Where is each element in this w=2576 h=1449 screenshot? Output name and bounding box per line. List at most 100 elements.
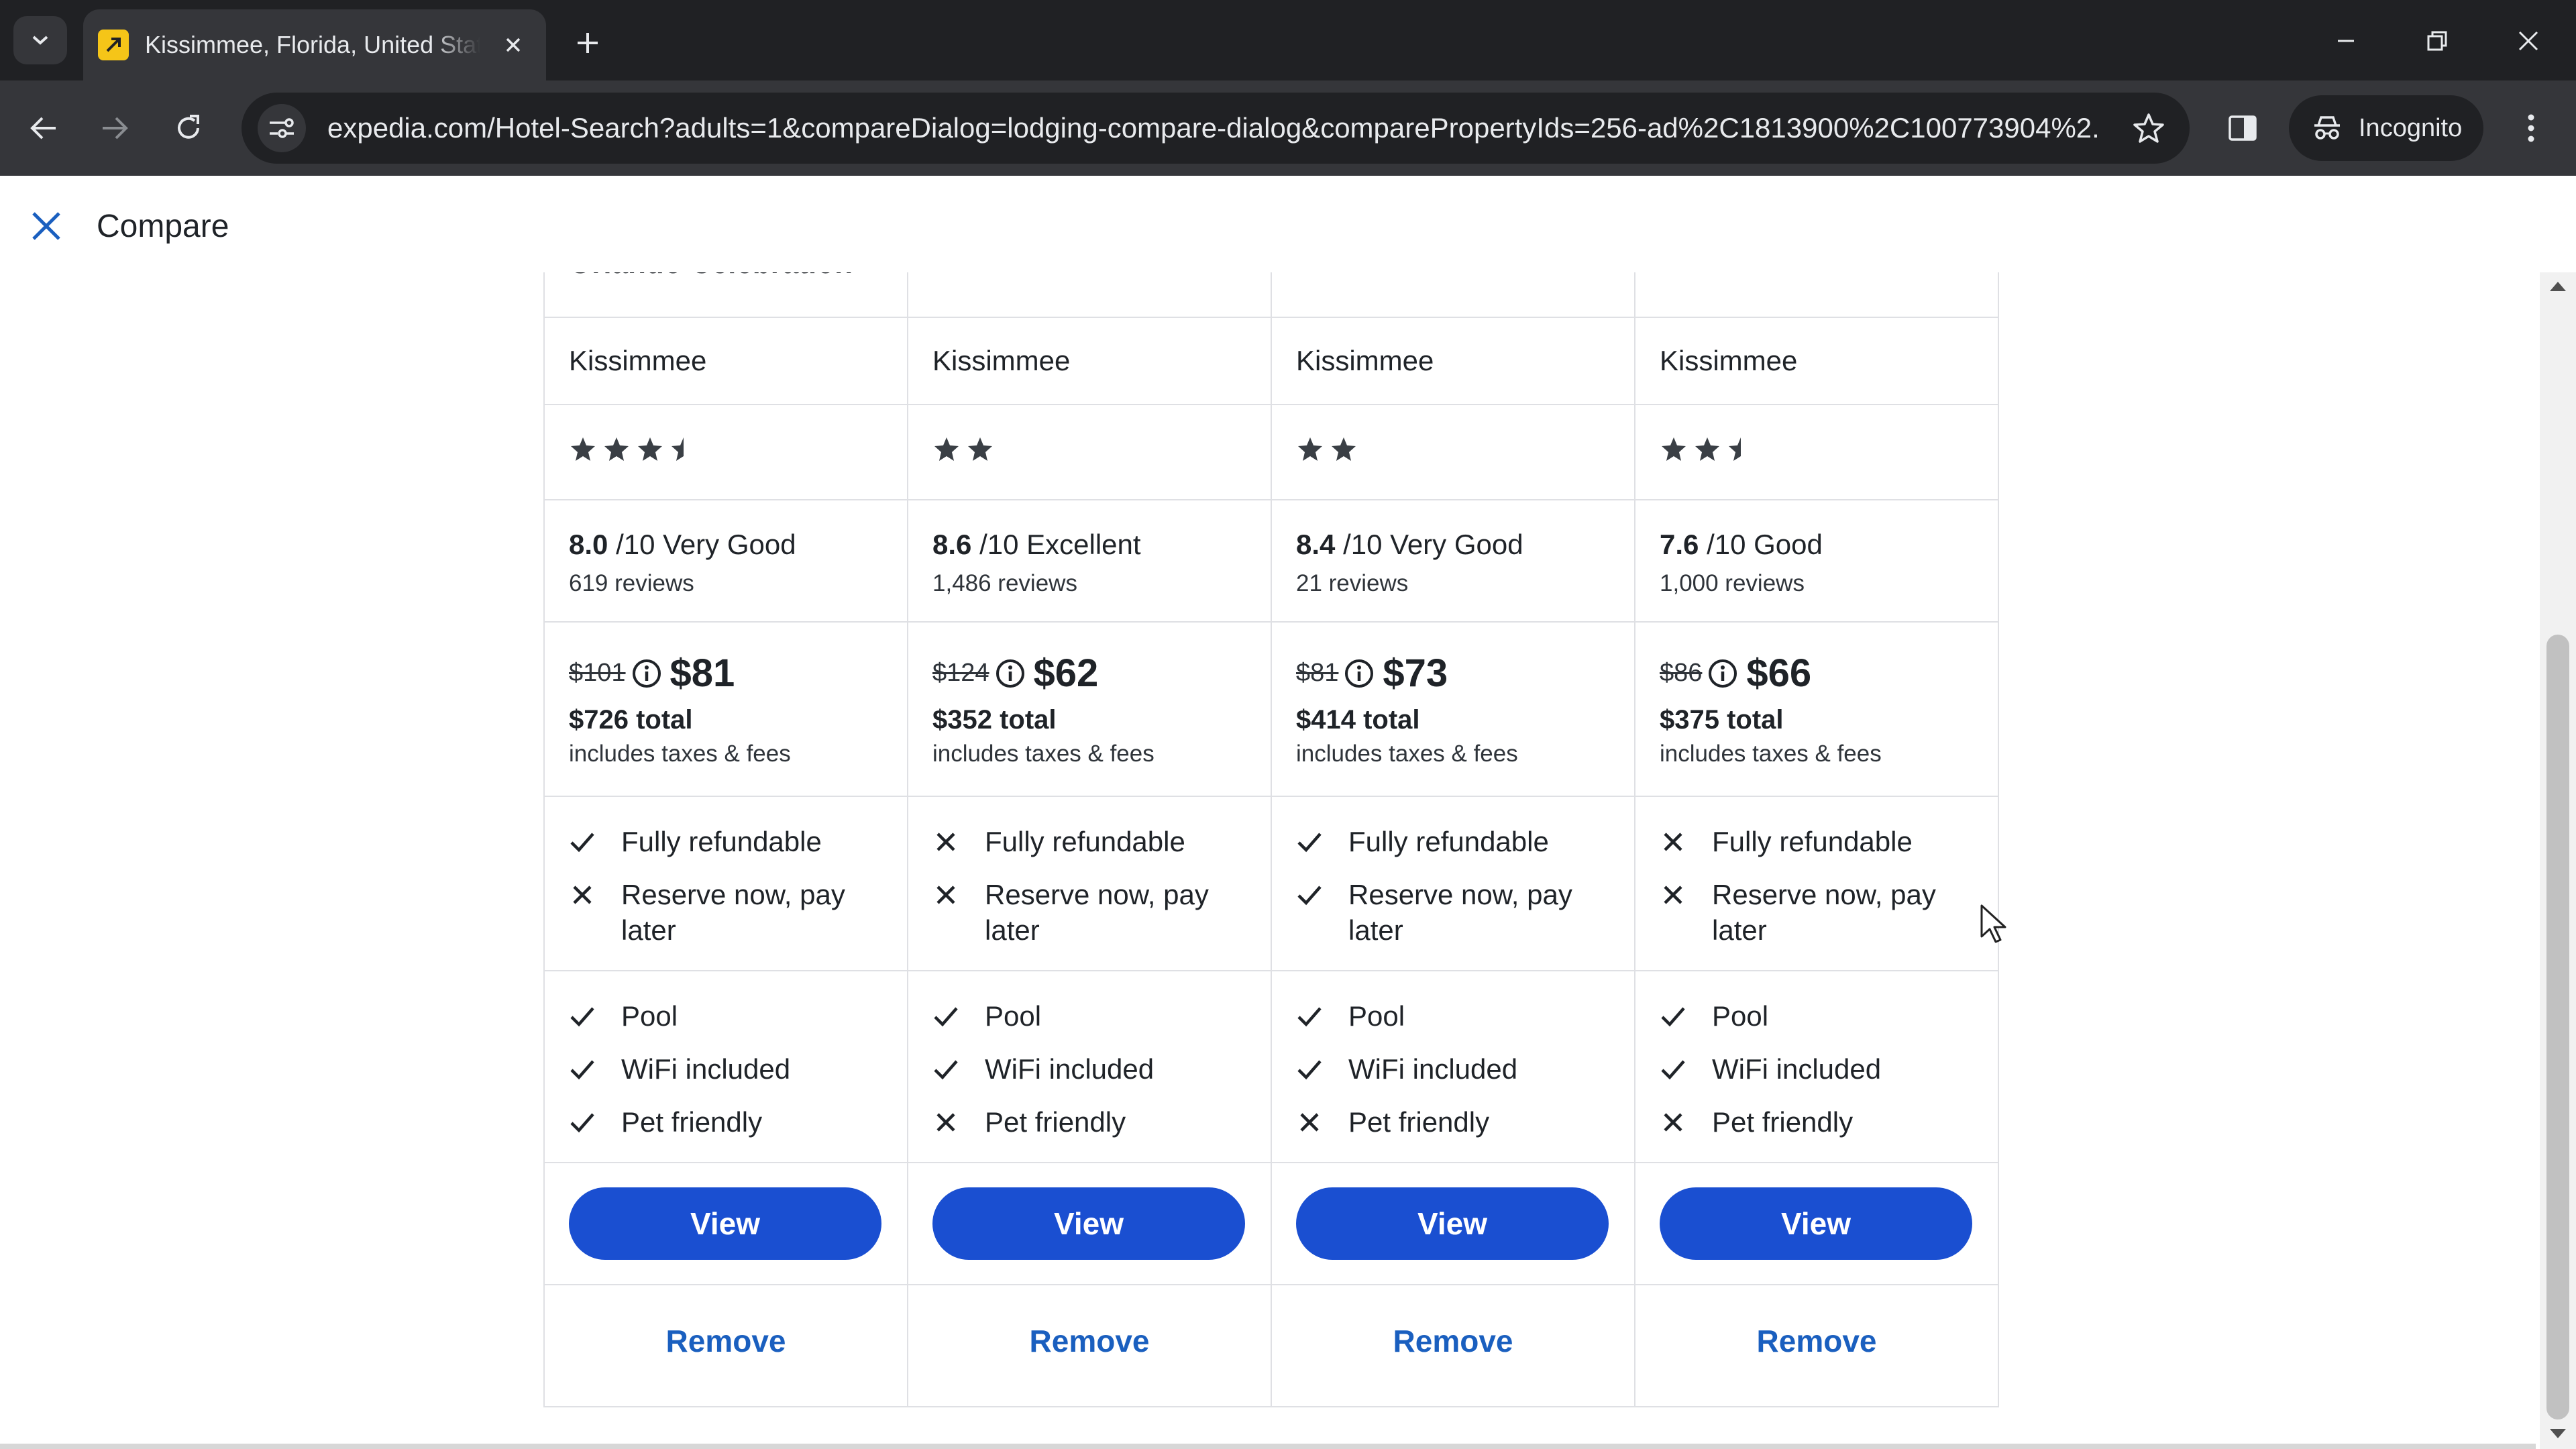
policy-item: Fully refundable [569,824,883,859]
hotel-name[interactable]: Orlando Celebration [569,272,883,280]
star-rating-row-cell [907,404,1272,500]
remove-row: Remove Remove Remove Remove [543,1284,1999,1407]
star-rating-row-cell [1271,404,1635,500]
bookmark-star-icon[interactable] [2128,107,2169,149]
amenity-label: WiFi included [985,1053,1155,1085]
view-button[interactable]: View [1660,1187,1972,1260]
policy-row-cell: Fully refundable Reserve now, pay later [1271,796,1635,971]
browser-tab-active[interactable]: Kissimmee, Florida, United States [83,9,546,80]
policy-label: Reserve now, pay later [1712,879,1936,946]
policy-row-cell: Fully refundable Reserve now, pay later [907,796,1272,971]
amenity-label: Pet friendly [1348,1106,1490,1138]
star-rating-row [543,404,1999,500]
info-icon[interactable] [1344,658,1375,689]
star-rating-row-cell [543,404,908,500]
close-window-icon[interactable] [2506,19,2551,63]
cross-icon [1296,1104,1323,1140]
location-row-cell: Kissimmee [907,317,1272,405]
nightly-price: $73 [1383,651,1448,695]
incognito-indicator[interactable]: Incognito [2289,95,2483,161]
star-rating-icon [932,437,1000,467]
check-icon [932,998,959,1034]
view-row: View View View View [543,1162,1999,1285]
minimize-icon[interactable] [2324,19,2368,63]
scrollbar-thumb[interactable] [2546,635,2569,1419]
amenity-label: Pool [1348,1000,1405,1032]
view-row-cell: View [907,1162,1272,1285]
remove-button[interactable]: Remove [666,1324,786,1358]
forward-arrow-icon[interactable] [91,105,138,152]
info-icon[interactable] [995,658,1026,689]
incognito-label: Incognito [2359,113,2463,142]
hotel-location: Kissimmee [932,345,1071,376]
mouse-cursor-icon [1980,904,2006,943]
scroll-up-arrow-icon[interactable] [2548,279,2568,294]
info-icon[interactable] [1707,658,1738,689]
close-icon[interactable] [25,205,67,247]
guest-score: 8.6 /10 Excellent [932,529,1246,561]
hotel-name-row-cell: Orlando Celebration [543,272,908,318]
view-button[interactable]: View [932,1187,1245,1260]
remove-button[interactable]: Remove [1030,1324,1150,1358]
side-panel-icon[interactable] [2219,105,2266,152]
score-suffix: /10 Excellent [979,529,1141,560]
url-text[interactable]: expedia.com/Hotel-Search?adults=1&compar… [327,112,2098,144]
score-value: 8.4 [1296,529,1336,560]
price-row-cell: $101 $81 $726 total includes taxes & fees [543,621,908,797]
amenity-label: Pet friendly [1712,1106,1854,1138]
cross-icon [932,1104,959,1140]
scrollbar[interactable] [2540,272,2576,1449]
taxes-note: includes taxes & fees [932,741,1155,767]
remove-row-cell: Remove [907,1284,1272,1407]
price-line: $81 $73 [1296,651,1610,696]
reload-icon[interactable] [165,105,212,152]
price-row-cell: $86 $66 $375 total includes taxes & fees [1634,621,1999,797]
amenity-item: Pool [932,998,1246,1034]
site-settings-icon[interactable] [258,104,306,152]
view-row-cell: View [1271,1162,1635,1285]
nightly-price: $62 [1033,651,1099,695]
cross-icon [569,877,596,912]
restore-icon[interactable] [2415,19,2459,63]
new-tab-icon[interactable] [569,24,606,62]
check-icon [569,824,596,859]
remove-button[interactable]: Remove [1393,1324,1513,1358]
scroll-down-arrow-icon[interactable] [2548,1426,2568,1441]
nightly-price: $81 [669,651,735,695]
star-rating-icon [1296,437,1363,467]
policy-label: Fully refundable [1712,826,1913,857]
browser-toolbar: expedia.com/Hotel-Search?adults=1&compar… [0,80,2576,176]
remove-button[interactable]: Remove [1757,1324,1877,1358]
browser-tab-bar: Kissimmee, Florida, United States [0,0,2576,80]
taxes-note: includes taxes & fees [569,741,791,767]
tab-close-icon[interactable] [498,30,529,60]
info-icon[interactable] [631,658,662,689]
review-count: 1,000 reviews [1660,570,1805,596]
amenity-label: Pet friendly [621,1106,763,1138]
tab-search-button[interactable] [13,16,67,64]
review-count: 1,486 reviews [932,570,1077,596]
policy-item: Reserve now, pay later [569,877,883,948]
price-line: $124 $62 [932,651,1246,696]
guest-score: 8.4 /10 Very Good [1296,529,1610,561]
policy-row-cell: Fully refundable Reserve now, pay later [1634,796,1999,971]
policy-label: Fully refundable [1348,826,1549,857]
taxes-note: includes taxes & fees [1296,741,1518,767]
score-suffix: /10 Very Good [616,529,796,560]
view-button[interactable]: View [1296,1187,1609,1260]
amenity-label: WiFi included [1712,1053,1882,1085]
compare-table-viewport: Orlando CelebrationKissimmeeKissimmeeKis… [0,272,2536,1449]
hotel-name-row: Orlando Celebration [543,272,1999,318]
location-row-cell: Kissimmee [1271,317,1635,405]
address-bar[interactable]: expedia.com/Hotel-Search?adults=1&compar… [241,93,2190,164]
view-button[interactable]: View [569,1187,881,1260]
amenity-item: Pet friendly [932,1104,1246,1140]
star-rating-icon [1660,437,1760,467]
score-value: 8.6 [932,529,972,560]
more-menu-icon[interactable] [2508,105,2555,152]
price-line: $86 $66 [1660,651,1974,696]
amenity-label: Pool [621,1000,678,1032]
policy-label: Fully refundable [621,826,822,857]
price-row: $101 $81 $726 total includes taxes & fees $1… [543,621,1999,797]
back-arrow-icon[interactable] [20,105,67,152]
